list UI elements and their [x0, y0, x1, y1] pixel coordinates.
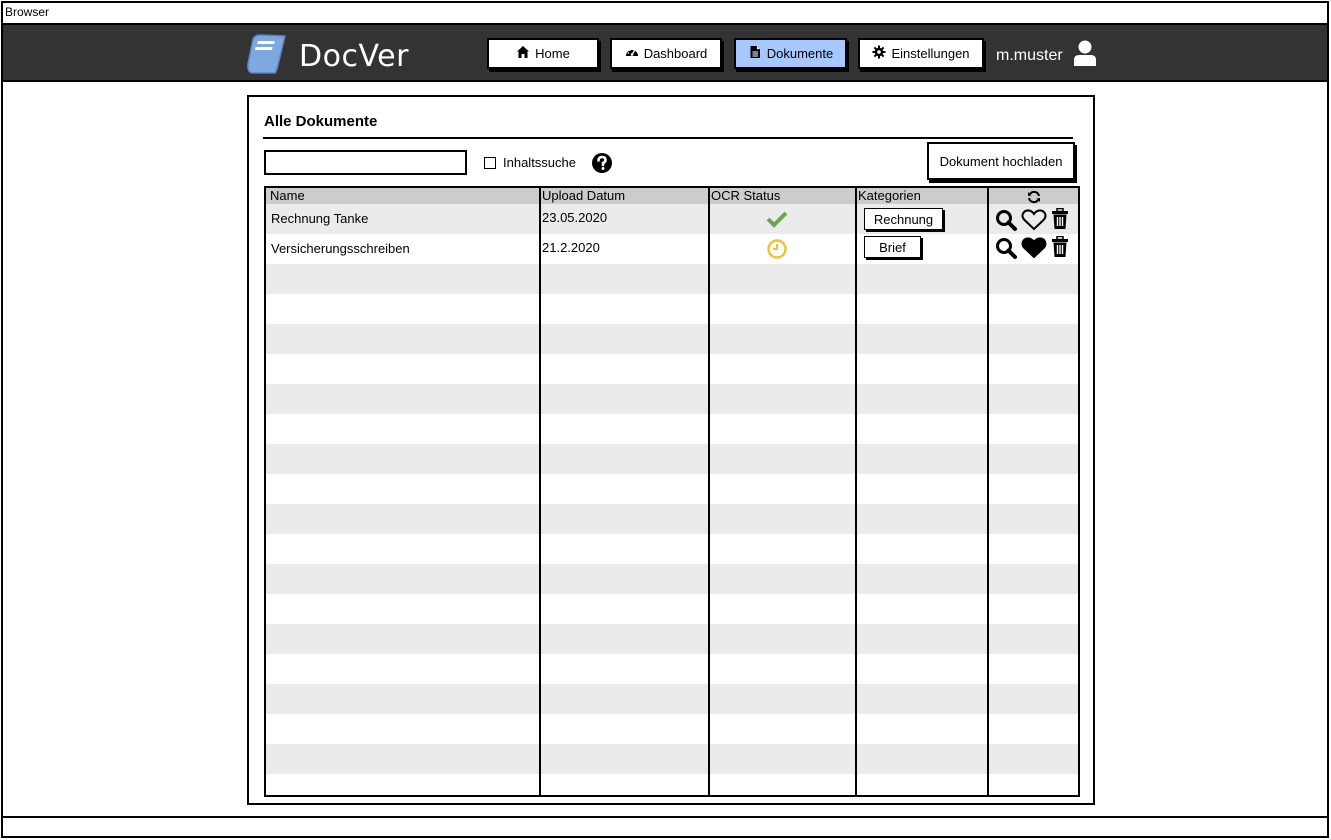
category-tag[interactable]: Brief: [864, 236, 921, 258]
column-divider: [987, 188, 989, 795]
nav-home-button[interactable]: Home: [487, 38, 599, 69]
table-row[interactable]: [266, 204, 1078, 234]
help-icon[interactable]: [591, 152, 613, 174]
table-row: [266, 384, 1078, 414]
nav-einstellungen-button[interactable]: Einstellungen: [858, 38, 984, 69]
column-header-ocr-status[interactable]: OCR Status: [711, 188, 780, 203]
home-icon: [516, 45, 530, 62]
clock-icon: [766, 238, 788, 264]
nav-dashboard-label: Dashboard: [643, 46, 708, 61]
search-input[interactable]: [264, 150, 467, 175]
category-tag[interactable]: Rechnung: [864, 208, 943, 230]
page-title: Alle Dokumente: [264, 113, 378, 130]
table-row: [266, 564, 1078, 594]
documents-panel: Alle Dokumente Inhaltssuche Dokument hoc…: [247, 95, 1095, 805]
status-bar: [3, 816, 1327, 818]
nav-dashboard-button[interactable]: Dashboard: [610, 38, 722, 69]
trash-icon[interactable]: [1051, 235, 1069, 262]
nav-einstellungen-label: Einstellungen: [891, 46, 970, 61]
app-name: DocVer: [299, 38, 409, 74]
table-row: [266, 474, 1078, 504]
table-row: [266, 534, 1078, 564]
document-name[interactable]: Versicherungsschreiben: [271, 241, 410, 256]
favorite-filled-icon[interactable]: [1021, 237, 1047, 263]
window-title: Browser: [5, 5, 50, 19]
document-name[interactable]: Rechnung Tanke: [271, 211, 368, 226]
app-logo[interactable]: DocVer: [243, 31, 409, 81]
table-row: [266, 504, 1078, 534]
table-row: [266, 294, 1078, 324]
username: m.muster: [996, 46, 1063, 64]
column-divider: [708, 188, 710, 795]
gear-icon: [872, 45, 886, 62]
content-search-label: Inhaltssuche: [503, 155, 576, 170]
table-row: [266, 774, 1078, 795]
table-row: [266, 444, 1078, 474]
content-search-toggle[interactable]: Inhaltssuche: [484, 155, 576, 170]
dashboard-icon: [625, 45, 639, 62]
table-header: [266, 188, 1078, 204]
table-row: [266, 654, 1078, 684]
column-header-name[interactable]: Name: [270, 188, 305, 203]
upload-document-button[interactable]: Dokument hochladen: [927, 142, 1075, 180]
title-divider: [263, 137, 1073, 139]
table-row: [266, 744, 1078, 774]
table-row: [266, 684, 1078, 714]
nav-dokumente-button[interactable]: Dokumente: [734, 38, 847, 69]
documents-table: Name Upload Datum OCR Status Kategorien …: [264, 186, 1080, 797]
book-icon: [243, 31, 289, 81]
table-row: [266, 624, 1078, 654]
user-menu[interactable]: m.muster: [996, 39, 1097, 72]
favorite-outline-icon[interactable]: [1021, 209, 1047, 235]
table-row: [266, 414, 1078, 444]
table-row: [266, 354, 1078, 384]
search-icon[interactable]: [995, 209, 1017, 235]
check-icon: [766, 210, 788, 232]
trash-icon[interactable]: [1051, 207, 1069, 234]
table-row: [266, 594, 1078, 624]
refresh-icon[interactable]: [1027, 189, 1041, 208]
column-divider: [539, 188, 541, 795]
nav-dokumente-label: Dokumente: [766, 46, 834, 61]
app-header: DocVer Home Dashboard Dokumente Einstell: [3, 25, 1327, 82]
table-row: [266, 324, 1078, 354]
user-icon: [1073, 39, 1097, 72]
column-header-categories[interactable]: Kategorien: [858, 188, 921, 203]
table-row: [266, 714, 1078, 744]
upload-date: 23.05.2020: [542, 210, 608, 225]
column-divider: [855, 188, 857, 795]
upload-date: 21.2.2020: [542, 240, 600, 255]
nav-home-label: Home: [535, 46, 570, 61]
column-header-upload-date[interactable]: Upload Datum: [542, 188, 625, 203]
table-row: [266, 264, 1078, 294]
content-search-checkbox[interactable]: [484, 156, 496, 169]
document-icon: [748, 45, 762, 62]
search-icon[interactable]: [995, 237, 1017, 263]
